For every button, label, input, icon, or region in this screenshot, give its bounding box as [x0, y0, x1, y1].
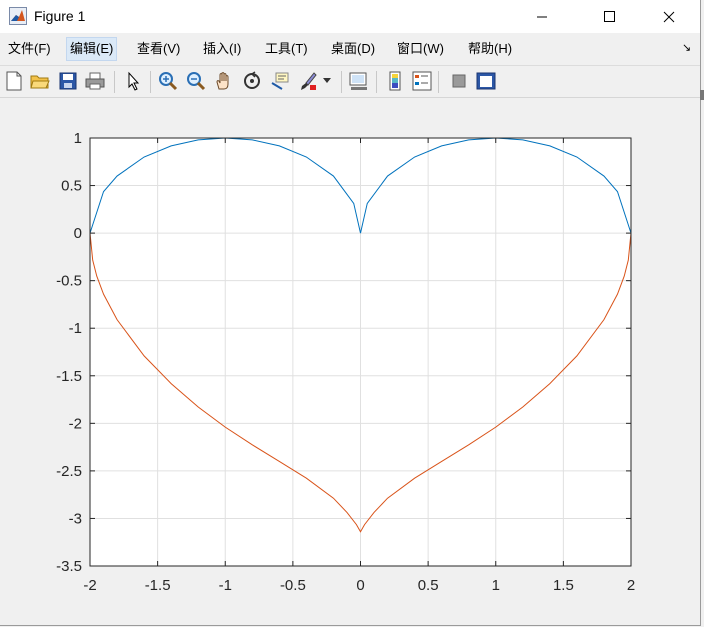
edit-plot-arrow-icon[interactable]: [122, 69, 146, 93]
show-plot-tools-icon[interactable]: [474, 69, 498, 93]
x-tick-label: -1: [219, 577, 232, 594]
dock-arrow-icon[interactable]: ↘: [682, 41, 691, 54]
figure-toolbar: [0, 65, 700, 98]
link-plot-icon[interactable]: [347, 69, 371, 93]
x-tick-label: 2: [627, 577, 635, 594]
window-title: Figure 1: [34, 8, 86, 24]
hide-plot-tools-icon[interactable]: [447, 69, 471, 93]
toolbar-separator: [438, 71, 439, 93]
close-button[interactable]: [646, 0, 692, 33]
y-tick-label: -3: [69, 510, 82, 527]
data-cursor-icon[interactable]: [268, 69, 292, 93]
x-tick-label: 1.5: [553, 577, 574, 594]
matlab-icon: [9, 7, 27, 25]
insert-legend-icon[interactable]: [410, 69, 434, 93]
menu-bar: 文件(F) 编辑(E) 查看(V) 插入(I) 工具(T) 桌面(D) 窗口(W…: [0, 36, 700, 62]
title-bar[interactable]: Figure 1: [0, 0, 700, 33]
menu-insert[interactable]: 插入(I): [200, 38, 244, 60]
close-icon: [663, 11, 675, 22]
minimize-icon: [537, 16, 547, 17]
toolbar-separator: [376, 71, 377, 93]
x-tick-label: -0.5: [280, 577, 306, 594]
toolbar-separator: [114, 71, 115, 93]
x-tick-label: -2: [83, 577, 96, 594]
y-tick-label: -1: [69, 320, 82, 337]
menu-file[interactable]: 文件(F): [5, 38, 54, 60]
y-tick-label: -2.5: [56, 463, 82, 480]
brush-icon[interactable]: [296, 69, 320, 93]
maximize-button[interactable]: [587, 0, 633, 33]
y-tick-label: 0.5: [61, 178, 82, 195]
brush-dropdown-icon[interactable]: [320, 69, 334, 93]
menu-edit[interactable]: 编辑(E): [66, 37, 118, 61]
y-tick-label: 0: [74, 225, 82, 242]
y-tick-label: -2: [69, 415, 82, 432]
menu-tools[interactable]: 工具(T): [262, 38, 311, 60]
print-icon[interactable]: [83, 69, 107, 93]
menu-desktop[interactable]: 桌面(D): [328, 38, 378, 60]
plot-area[interactable]: -2 -1.5 -1 -0.5 0 0.5 1 1.5 2 1 0.5 0 -0.5 -1 -1.5 -2 -2…: [0, 98, 700, 608]
zoom-out-icon[interactable]: [184, 69, 208, 93]
toolbar-separator: [341, 71, 342, 93]
insert-colorbar-icon[interactable]: [383, 69, 407, 93]
rotate-3d-icon[interactable]: [240, 69, 264, 93]
maximize-icon: [604, 10, 615, 22]
figure-window: Figure 1 文件(F) 编辑(E) 查看(V) 插入(I) 工具(T) 桌…: [0, 0, 701, 626]
y-tick-label: -0.5: [56, 273, 82, 290]
menu-window[interactable]: 窗口(W): [394, 38, 447, 60]
zoom-in-icon[interactable]: [156, 69, 180, 93]
save-icon[interactable]: [56, 69, 80, 93]
y-tick-label: -1.5: [56, 368, 82, 385]
x-tick-label: -1.5: [145, 577, 171, 594]
pan-hand-icon[interactable]: [212, 69, 236, 93]
x-tick-label: 1: [492, 577, 500, 594]
toolbar-separator: [150, 71, 151, 93]
y-tick-label: -3.5: [56, 558, 82, 575]
menu-view[interactable]: 查看(V): [134, 38, 183, 60]
menu-help[interactable]: 帮助(H): [465, 38, 515, 60]
y-tick-label: 1: [74, 130, 82, 147]
x-tick-label: 0: [356, 577, 364, 594]
x-tick-label: 0.5: [418, 577, 439, 594]
window-edge: [700, 90, 704, 100]
open-file-icon[interactable]: [28, 69, 52, 93]
new-figure-icon[interactable]: [2, 69, 26, 93]
minimize-button[interactable]: [519, 0, 565, 33]
